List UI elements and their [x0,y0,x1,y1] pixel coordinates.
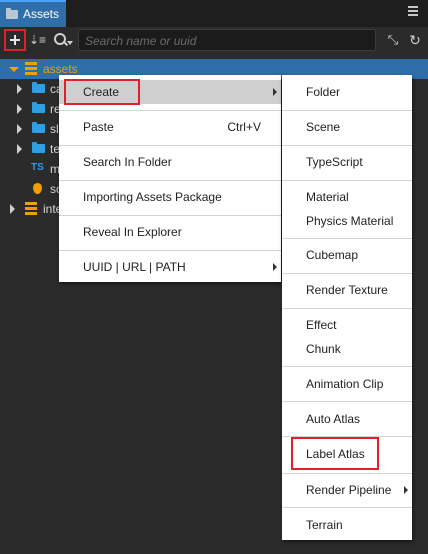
submenu-arrow-icon [273,88,277,96]
menu-item-label: Terrain [306,518,343,532]
menu-item-typescript[interactable]: TypeScript [282,150,412,174]
menu-separator [59,110,281,111]
menu-item-label: Importing Assets Package [83,190,222,204]
folder-icon [32,82,45,93]
highlight-box [291,437,379,470]
menu-item-physics-material[interactable]: Physics Material [282,209,412,233]
menu-item-folder[interactable]: Folder [282,80,412,104]
context-menu: Create Paste Ctrl+V Search In Folder Imp… [59,75,281,282]
submenu-arrow-icon [273,263,277,271]
folder-icon [32,102,45,113]
menu-item-importing-assets-package[interactable]: Importing Assets Package [59,185,281,209]
menu-item-label: Physics Material [306,214,394,228]
menu-item-scene[interactable]: Scene [282,115,412,139]
expand-arrow-icon[interactable] [9,67,19,72]
menu-separator [282,507,412,508]
menu-item-label: Chunk [306,342,341,356]
menu-item-cubemap[interactable]: Cubemap [282,243,412,267]
menu-item-label: Effect [306,318,337,332]
menu-separator [282,238,412,239]
expand-arrow-icon[interactable] [17,144,22,154]
menu-item-label: Paste [83,120,114,134]
menu-item-label: Render Texture [306,283,388,297]
search-icon [54,33,66,45]
add-asset-button[interactable] [4,29,26,51]
menu-separator [282,308,412,309]
create-submenu: Folder Scene TypeScript Material Physics… [282,75,412,540]
search-placeholder: Search name or uuid [85,34,197,48]
assets-toolbar: ⇣≡ Search name or uuid ⤡ ↻ [0,27,428,54]
menu-item-paste[interactable]: Paste Ctrl+V [59,115,281,139]
typescript-icon: TS [31,162,44,173]
assets-tab-label: Assets [23,7,60,21]
shortcut-label: Ctrl+V [227,120,261,134]
asset-db-icon [25,202,37,215]
highlight-box [64,79,140,105]
menu-item-reveal-in-explorer[interactable]: Reveal In Explorer [59,220,281,244]
menu-separator [59,180,281,181]
chevron-down-icon [67,41,73,45]
menu-item-label: Material [306,190,349,204]
scene-icon [33,183,42,194]
folder-icon [6,8,18,19]
tree-row-label: assets [43,62,78,76]
menu-item-label: Reveal In Explorer [83,225,182,239]
expand-arrow-icon[interactable] [17,124,22,134]
menu-separator [282,273,412,274]
menu-separator [282,401,412,402]
menu-separator [282,180,412,181]
expand-arrow-icon[interactable] [17,104,22,114]
menu-item-search-in-folder[interactable]: Search In Folder [59,150,281,174]
menu-item-label: Auto Atlas [306,412,361,426]
search-type-button[interactable] [54,32,74,48]
menu-item-render-texture[interactable]: Render Texture [282,278,412,302]
sort-icon[interactable]: ⇣≡ [29,32,47,48]
menu-separator [282,473,412,474]
folder-icon [32,142,45,153]
menu-item-label: Animation Clip [306,377,384,391]
menu-item-uuid-url-path[interactable]: UUID | URL | PATH [59,255,281,279]
menu-separator [59,145,281,146]
menu-separator [59,250,281,251]
menu-item-label: TypeScript [306,155,363,169]
panel-tab-bar: Assets [0,0,428,27]
menu-item-label: Render Pipeline [306,483,392,497]
menu-item-label: Search In Folder [83,155,172,169]
menu-item-material[interactable]: Material [282,185,412,209]
submenu-arrow-icon [404,486,408,494]
menu-separator [282,110,412,111]
menu-item-label: Cubemap [306,248,359,262]
menu-item-label: Scene [306,120,341,134]
folder-icon [32,122,45,133]
menu-separator [59,215,281,216]
panel-menu-icon[interactable] [408,6,418,20]
expand-arrow-icon[interactable] [10,204,15,214]
refresh-icon[interactable]: ↻ [407,32,423,48]
menu-item-render-pipeline[interactable]: Render Pipeline [282,478,412,502]
menu-separator [282,366,412,367]
asset-db-icon [25,62,37,75]
expand-arrow-icon[interactable] [17,84,22,94]
collapse-all-icon[interactable]: ⤡ [385,32,401,48]
menu-separator [282,145,412,146]
menu-item-label: Folder [306,85,341,99]
menu-item-effect[interactable]: Effect [282,313,412,337]
menu-item-terrain[interactable]: Terrain [282,513,412,537]
menu-item-label: UUID | URL | PATH [83,260,186,274]
search-input[interactable]: Search name or uuid [78,29,376,51]
menu-item-animation-clip[interactable]: Animation Clip [282,372,412,396]
menu-item-auto-atlas[interactable]: Auto Atlas [282,407,412,431]
menu-item-chunk[interactable]: Chunk [282,337,412,361]
assets-tab[interactable]: Assets [0,0,66,27]
tree-row-label: sl [50,122,59,136]
